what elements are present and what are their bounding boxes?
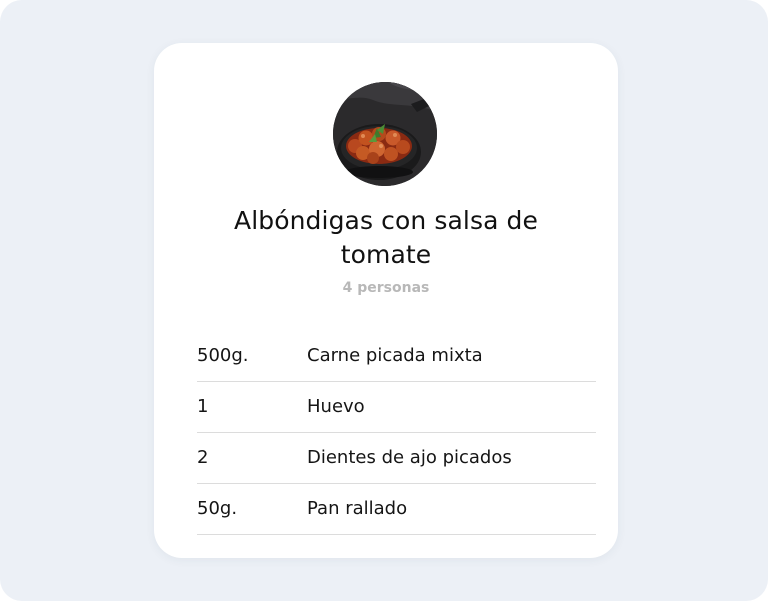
ingredient-row: 1 Huevo [197,382,596,433]
page-background: Albóndigas con salsa de tomate 4 persona… [0,0,768,601]
recipe-photo [333,82,437,186]
meatballs-in-pan-photo [333,82,437,186]
ingredient-row: 50g. Pan rallado [197,484,596,535]
ingredient-list: 500g. Carne picada mixta 1 Huevo 2 Dient… [197,331,596,535]
ingredient-name: Pan rallado [307,498,408,519]
ingredient-name: Carne picada mixta [307,345,483,366]
servings-label: 4 personas [342,280,430,296]
ingredient-name: Huevo [307,396,365,417]
ingredient-row: 2 Dientes de ajo picados [197,433,596,484]
recipe-card: Albóndigas con salsa de tomate 4 persona… [154,43,618,558]
ingredient-quantity: 50g. [197,498,238,519]
ingredient-name: Dientes de ajo picados [307,447,512,468]
ingredient-row: 500g. Carne picada mixta [197,331,596,382]
ingredient-quantity: 500g. [197,345,249,366]
ingredient-quantity: 2 [197,447,209,468]
recipe-title: Albóndigas con salsa de tomate [234,206,538,269]
ingredient-quantity: 1 [197,396,209,417]
